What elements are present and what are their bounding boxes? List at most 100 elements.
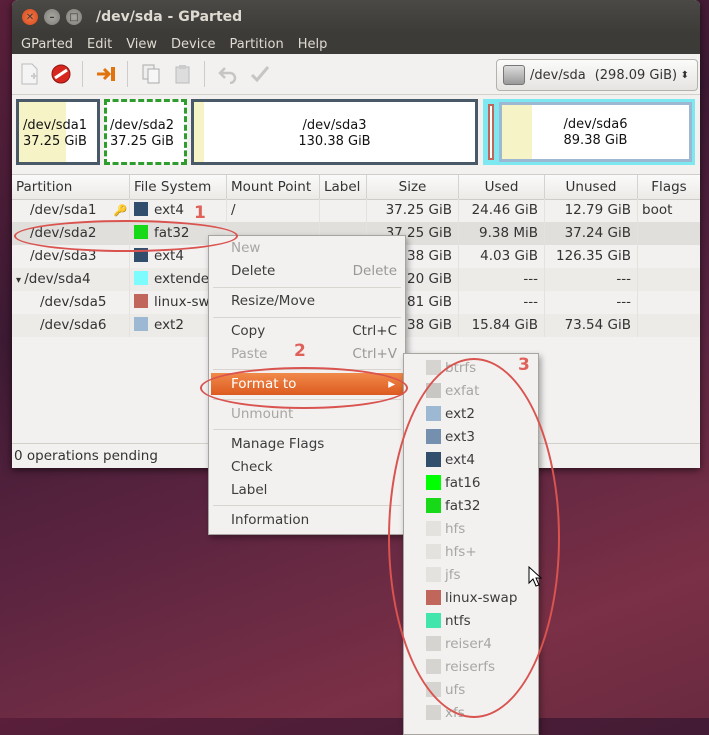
cell-mountpoint: / [227, 199, 320, 222]
menu-item-new[interactable]: New [209, 237, 405, 259]
menu-item-paste[interactable]: Paste Ctrl+V [209, 343, 405, 365]
cell-partition: ▾ /dev/sda4 [12, 268, 130, 291]
device-selector[interactable]: /dev/sda (298.09 GiB) ⬍ [496, 59, 698, 91]
copy-icon[interactable] [136, 59, 166, 89]
toolbar-separator [82, 61, 83, 87]
filesystem-color-swatch [134, 294, 148, 308]
menu-item-label-partition[interactable]: Label [209, 479, 405, 501]
graph-size: 130.38 GiB [298, 134, 371, 149]
graph-label: /dev/sda3 [302, 118, 367, 133]
graph-size: 37.25 GiB [23, 134, 87, 149]
apply-icon[interactable] [245, 59, 275, 89]
menu-item-label: Paste [231, 346, 268, 362]
annotation-circle-2 [200, 367, 408, 409]
cell-flags [638, 222, 700, 245]
minimize-window-button[interactable]: – [44, 9, 60, 25]
graph-partition-sda1[interactable]: /dev/sda1 37.25 GiB [16, 99, 100, 165]
cell-used: 15.84 GiB [459, 314, 545, 337]
menu-item-label: Check [231, 459, 273, 475]
menu-view[interactable]: View [119, 37, 164, 52]
menu-item-label: New [231, 240, 261, 256]
close-window-button[interactable]: ✕ [22, 9, 38, 25]
filesystem-color-swatch [134, 317, 148, 331]
menu-item-information[interactable]: Information [209, 509, 405, 531]
paste-icon[interactable] [168, 59, 198, 89]
col-filesystem[interactable]: File System [130, 175, 227, 199]
menu-bar: GParted Edit View Device Partition Help [12, 34, 700, 54]
graph-extended-sda4[interactable]: /dev/sda6 89.38 GiB [483, 99, 695, 165]
menu-item-copy[interactable]: Copy Ctrl+C [209, 320, 405, 342]
annotation-number-1: 1 [194, 203, 206, 223]
cell-flags: boot [642, 202, 673, 218]
graph-size: 37.25 GiB [110, 134, 174, 149]
menu-separator [213, 287, 401, 288]
mouse-pointer-icon [528, 565, 543, 592]
menu-separator [213, 317, 401, 318]
col-label[interactable]: Label [320, 175, 367, 199]
cell-filesystem: ext4 [130, 199, 227, 222]
annotation-circle-3 [388, 358, 560, 718]
undo-icon[interactable] [213, 59, 243, 89]
delete-partition-icon[interactable] [46, 59, 76, 89]
col-size[interactable]: Size [367, 175, 459, 199]
graph-partition-sda5[interactable] [488, 104, 494, 160]
menu-item-check[interactable]: Check [209, 456, 405, 478]
partition-table-header: Partition File System Mount Point Label … [12, 174, 700, 200]
toolbar-separator [204, 61, 205, 87]
filesystem-color-swatch [134, 271, 148, 285]
col-used[interactable]: Used [459, 175, 545, 199]
filesystem-color-swatch [134, 202, 148, 216]
graph-partition-sda2[interactable]: /dev/sda2 37.25 GiB [104, 99, 187, 165]
col-mountpoint[interactable]: Mount Point [227, 175, 320, 199]
menu-edit[interactable]: Edit [80, 37, 119, 52]
menu-item-resize-move[interactable]: Resize/Move [209, 290, 405, 312]
menu-item-accel: Ctrl+V [352, 346, 397, 362]
cell-size: 37.25 GiB [367, 199, 459, 222]
cell-flags [638, 268, 700, 291]
new-partition-icon[interactable] [14, 59, 44, 89]
cell-flags [638, 314, 700, 337]
col-flags[interactable]: Flags [638, 175, 700, 199]
resize-move-icon[interactable] [91, 59, 121, 89]
cell-unused: 73.54 GiB [545, 314, 638, 337]
menu-item-label: Label [231, 482, 268, 498]
cell-unused: --- [545, 291, 638, 314]
window-title: /dev/sda - GParted [96, 9, 243, 25]
annotation-number-3: 3 [518, 355, 530, 375]
cell-unused: 126.35 GiB [545, 245, 638, 268]
toolbar-separator [127, 61, 128, 87]
maximize-window-button[interactable]: □ [66, 9, 82, 25]
menu-item-label: Copy [231, 323, 266, 339]
graph-label: /dev/sda2 [110, 118, 174, 133]
menu-separator [213, 505, 401, 506]
device-size: (298.09 GiB) [594, 67, 678, 83]
col-partition[interactable]: Partition [12, 175, 130, 199]
menu-partition[interactable]: Partition [223, 37, 291, 52]
annotation-circle-1 [14, 220, 238, 252]
graph-partition-sda6[interactable]: /dev/sda6 89.38 GiB [499, 102, 692, 162]
cell-partition: /dev/sda1 🔑 [12, 199, 130, 222]
menu-item-accel: Delete [352, 263, 397, 279]
menu-device[interactable]: Device [164, 37, 222, 52]
partition-graph: /dev/sda1 37.25 GiB /dev/sda2 37.25 GiB /d… [12, 95, 700, 171]
cell-partition: /dev/sda6 [12, 314, 130, 337]
cell-unused: --- [545, 268, 638, 291]
mounted-key-icon: 🔑 [110, 204, 128, 217]
col-unused[interactable]: Unused [545, 175, 638, 199]
cell-unused: 37.24 GiB [545, 222, 638, 245]
graph-partition-sda3[interactable]: /dev/sda3 130.38 GiB [191, 99, 478, 165]
menu-item-delete[interactable]: Delete Delete [209, 260, 405, 282]
annotation-number-2: 2 [294, 341, 306, 361]
menu-item-manage-flags[interactable]: Manage Flags [209, 433, 405, 455]
cell-used: 24.46 GiB [459, 199, 545, 222]
expander-icon[interactable]: ▾ [16, 275, 24, 286]
graph-label: /dev/sda1 [23, 118, 87, 133]
menu-help[interactable]: Help [291, 37, 335, 52]
menu-gparted[interactable]: GParted [14, 37, 80, 52]
menu-separator [213, 429, 401, 430]
device-name: /dev/sda [530, 67, 586, 83]
title-bar: ✕ – □ /dev/sda - GParted [12, 0, 700, 34]
table-row[interactable]: /dev/sda1 🔑 ext4/ 37.25 GiB 24.46 GiB 12.79 … [12, 199, 700, 222]
cell-used: --- [459, 268, 545, 291]
cell-used: --- [459, 291, 545, 314]
